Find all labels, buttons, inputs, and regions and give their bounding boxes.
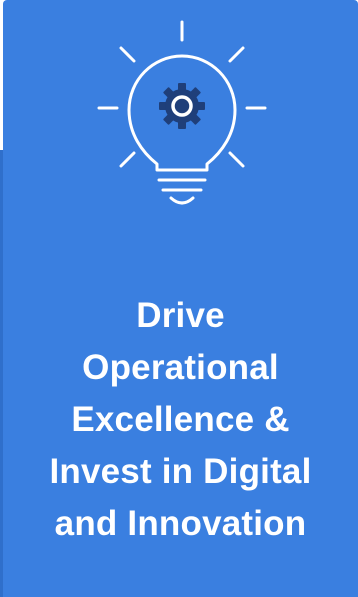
card-title-line: Invest in Digital (49, 452, 312, 491)
card-title-line: Drive (136, 296, 225, 335)
lightbulb-gear-icon (97, 20, 267, 205)
card-title: Drive Operational Excellence & Invest in… (3, 290, 358, 550)
initiative-card: Drive Operational Excellence & Invest in… (3, 0, 358, 597)
card-title-line: Operational (82, 348, 279, 387)
card-title-line: and Innovation (54, 504, 307, 543)
card-title-line: Excellence & (71, 400, 290, 439)
lightbulb-icon-container (3, 14, 358, 214)
